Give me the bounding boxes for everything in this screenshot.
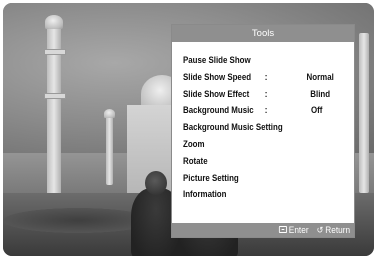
menu-item-picture-setting[interactable]: Picture Setting	[183, 170, 329, 187]
menu-item-value: Normal	[306, 71, 334, 82]
tools-menu-panel: Tools Pause Slide Show Slide Show Speed …	[171, 24, 355, 238]
minaret-balcony	[44, 49, 66, 55]
enter-icon	[278, 226, 287, 233]
menu-item-information[interactable]: Information	[183, 186, 329, 203]
menu-item-label: Background Music Setting	[183, 122, 283, 133]
menu-item-zoom[interactable]: Zoom	[183, 136, 329, 153]
menu-item-rotate[interactable]: Rotate	[183, 153, 329, 170]
minaret	[106, 115, 113, 185]
menu-item-separator: :	[264, 88, 268, 99]
minaret-dome	[104, 109, 115, 118]
menu-item-background-music-setting[interactable]: Background Music Setting	[183, 119, 329, 136]
menu-item-separator: :	[264, 105, 268, 116]
enter-hint[interactable]: Enter	[289, 223, 309, 237]
minaret-dome	[45, 15, 63, 29]
tools-menu-footer: Enter ↺ Return	[172, 223, 354, 237]
return-hint[interactable]: Return	[325, 223, 350, 237]
menu-item-label: Information	[183, 189, 227, 200]
menu-item-label: Slide Show Speed	[183, 71, 252, 82]
menu-item-slide-show-effect[interactable]: Slide Show Effect : Blind	[183, 86, 330, 103]
menu-item-label: Picture Setting	[183, 172, 239, 183]
menu-item-value: Blind	[310, 88, 331, 99]
menu-item-separator: :	[264, 71, 268, 82]
menu-item-background-music[interactable]: Background Music : Off	[183, 102, 329, 119]
return-icon: ↺	[316, 225, 324, 235]
menu-item-slide-show-speed[interactable]: Slide Show Speed : Normal	[183, 69, 334, 86]
menu-item-label: Slide Show Effect	[183, 88, 250, 99]
menu-item-label: Rotate	[183, 155, 208, 166]
person-head	[145, 171, 167, 195]
menu-item-label: Pause Slide Show	[183, 55, 251, 65]
menu-item-pause-slide-show[interactable]: Pause Slide Show	[183, 52, 329, 69]
minaret-balcony	[44, 93, 66, 99]
menu-item-label: Zoom	[183, 138, 205, 149]
tools-menu-title: Tools	[172, 25, 354, 42]
menu-item-value: Off	[311, 105, 323, 116]
tools-menu-list: Pause Slide Show Slide Show Speed : Norm…	[183, 52, 353, 203]
menu-item-label: Background Music	[183, 105, 254, 116]
minaret	[359, 33, 369, 193]
